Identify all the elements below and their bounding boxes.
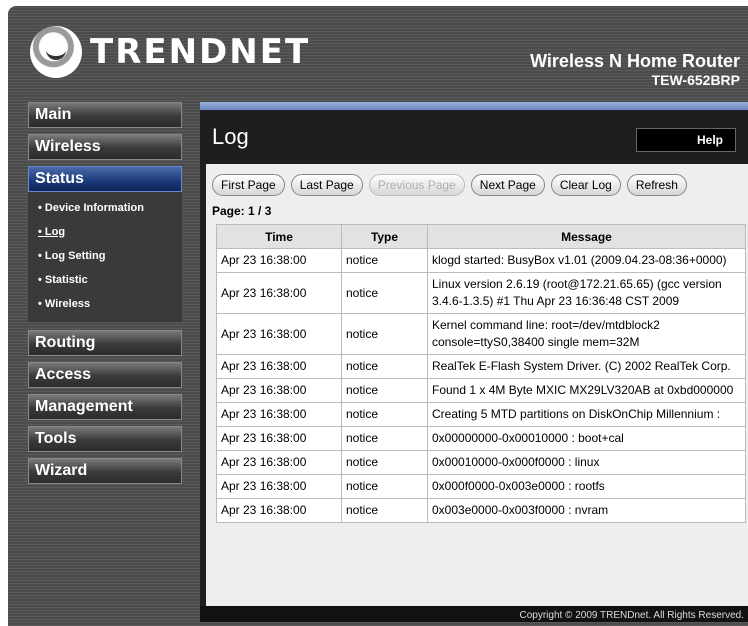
- cell-message: 0x000f0000-0x003e0000 : rootfs: [427, 474, 746, 499]
- cell-message: 0x003e0000-0x003f0000 : nvram: [427, 498, 746, 523]
- router-admin-shell: TRENDNET Wireless N Home Router TEW-652B…: [8, 6, 748, 626]
- table-row: Apr 23 16:38:00 notice Kernel command line…: [216, 313, 746, 355]
- product-info: Wireless N Home Router TEW-652BRP: [530, 51, 740, 88]
- cell-type: notice: [341, 474, 428, 499]
- table-row: Apr 23 16:38:00 notice RealTek E-Flash Sys…: [216, 354, 746, 379]
- nav-management[interactable]: Management: [28, 394, 182, 420]
- logo-icon: [30, 26, 82, 78]
- footer-bar: Copyright © 2009 TRENDnet. All Rights Re…: [200, 606, 748, 622]
- cell-message: klogd started: BusyBox v1.01 (2009.04.23…: [427, 248, 746, 273]
- col-message: Message: [427, 224, 746, 249]
- sub-wireless[interactable]: • Wireless: [28, 292, 182, 316]
- content-top-bar: [200, 102, 748, 110]
- trendnet-logo: TRENDNET: [30, 26, 310, 78]
- previous-page-button[interactable]: Previous Page: [368, 174, 465, 196]
- log-table: Time Type Message Apr 23 16:38:00 notice k…: [216, 224, 746, 523]
- cell-message: Found 1 x 4M Byte MXIC MX29LV320AB at 0x…: [427, 378, 746, 403]
- header: TRENDNET Wireless N Home Router TEW-652B…: [8, 6, 748, 96]
- nav-access[interactable]: Access: [28, 362, 182, 388]
- cell-message: Linux version 2.6.19 (root@172.21.65.65)…: [427, 272, 746, 314]
- log-panel: First Page Last Page Previous Page Next …: [206, 164, 748, 610]
- sub-statistic[interactable]: • Statistic: [28, 268, 182, 292]
- cell-type: notice: [341, 426, 428, 451]
- cell-message: RealTek E-Flash System Driver. (C) 2002 …: [427, 354, 746, 379]
- cell-time: Apr 23 16:38:00: [216, 272, 342, 314]
- nav-tools[interactable]: Tools: [28, 426, 182, 452]
- logo-text: TRENDNET: [90, 32, 311, 72]
- cell-time: Apr 23 16:38:00: [216, 354, 342, 379]
- next-page-button[interactable]: Next Page: [470, 174, 545, 196]
- nav-routing[interactable]: Routing: [28, 330, 182, 356]
- cell-time: Apr 23 16:38:00: [216, 498, 342, 523]
- product-name: Wireless N Home Router: [530, 51, 740, 71]
- cell-type: notice: [341, 313, 428, 355]
- nav-status[interactable]: Status: [28, 166, 182, 192]
- nav-main[interactable]: Main: [28, 102, 182, 128]
- sub-label: Log: [44, 226, 66, 238]
- sub-label: Statistic: [44, 274, 88, 286]
- table-row: Apr 23 16:38:00 notice Linux version 2.6.1…: [216, 272, 746, 314]
- sub-label: Log Setting: [44, 250, 106, 262]
- col-time: Time: [216, 224, 342, 249]
- log-table-body: Apr 23 16:38:00 notice klogd started: Busy…: [216, 248, 746, 523]
- table-row: Apr 23 16:38:00 notice Found 1 x 4M Byte M…: [216, 378, 746, 403]
- page-title: Log: [212, 124, 249, 149]
- cell-type: notice: [341, 248, 428, 273]
- table-header-row: Time Type Message: [216, 224, 746, 249]
- table-row: Apr 23 16:38:00 notice 0x00010000-0x000f00…: [216, 450, 746, 475]
- cell-time: Apr 23 16:38:00: [216, 248, 342, 273]
- sub-label: Wireless: [44, 298, 91, 310]
- table-row: Apr 23 16:38:00 notice klogd started: Busy…: [216, 248, 746, 273]
- first-page-button[interactable]: First Page: [212, 174, 285, 196]
- copyright-text: Copyright © 2009 TRENDnet. All Rights Re…: [519, 610, 744, 621]
- table-row: Apr 23 16:38:00 notice 0x000f0000-0x003e00…: [216, 474, 746, 499]
- col-type: Type: [341, 224, 428, 249]
- sub-label: Device Information: [44, 202, 144, 214]
- cell-type: notice: [341, 378, 428, 403]
- cell-type: notice: [341, 354, 428, 379]
- cell-message: 0x00000000-0x00010000 : boot+cal: [427, 426, 746, 451]
- nav-wireless[interactable]: Wireless: [28, 134, 182, 160]
- sidebar-nav: Main Wireless Status • Device Informatio…: [28, 102, 188, 490]
- cell-type: notice: [341, 272, 428, 314]
- nav-wizard[interactable]: Wizard: [28, 458, 182, 484]
- clear-log-button[interactable]: Clear Log: [550, 174, 621, 196]
- cell-message: 0x00010000-0x000f0000 : linux: [427, 450, 746, 475]
- cell-time: Apr 23 16:38:00: [216, 474, 342, 499]
- page-indicator: Page: 1 / 3: [212, 204, 272, 218]
- cell-time: Apr 23 16:38:00: [216, 378, 342, 403]
- sub-device-information[interactable]: • Device Information: [28, 196, 182, 220]
- cell-type: notice: [341, 402, 428, 427]
- table-row: Apr 23 16:38:00 notice Creating 5 MTD part…: [216, 402, 746, 427]
- cell-time: Apr 23 16:38:00: [216, 402, 342, 427]
- content-area: Log Help First Page Last Page Previous P…: [200, 102, 748, 622]
- cell-message: Creating 5 MTD partitions on DiskOnChip …: [427, 402, 746, 427]
- table-row: Apr 23 16:38:00 notice 0x00000000-0x000100…: [216, 426, 746, 451]
- refresh-button[interactable]: Refresh: [626, 174, 687, 196]
- cell-type: notice: [341, 498, 428, 523]
- table-row: Apr 23 16:38:00 notice 0x003e0000-0x003f00…: [216, 498, 746, 523]
- help-button[interactable]: Help: [636, 128, 736, 152]
- last-page-button[interactable]: Last Page: [290, 174, 363, 196]
- sub-log-setting[interactable]: • Log Setting: [28, 244, 182, 268]
- product-model: TEW-652BRP: [651, 72, 740, 88]
- cell-type: notice: [341, 450, 428, 475]
- pagination-buttons: First Page Last Page Previous Page Next …: [212, 174, 687, 196]
- cell-message: Kernel command line: root=/dev/mtdblock2…: [427, 313, 746, 355]
- status-submenu: • Device Information • Log • Log Setting…: [28, 192, 182, 322]
- cell-time: Apr 23 16:38:00: [216, 313, 342, 355]
- titlebar: Log Help: [200, 110, 748, 160]
- cell-time: Apr 23 16:38:00: [216, 426, 342, 451]
- sub-log[interactable]: • Log: [28, 220, 182, 244]
- cell-time: Apr 23 16:38:00: [216, 450, 342, 475]
